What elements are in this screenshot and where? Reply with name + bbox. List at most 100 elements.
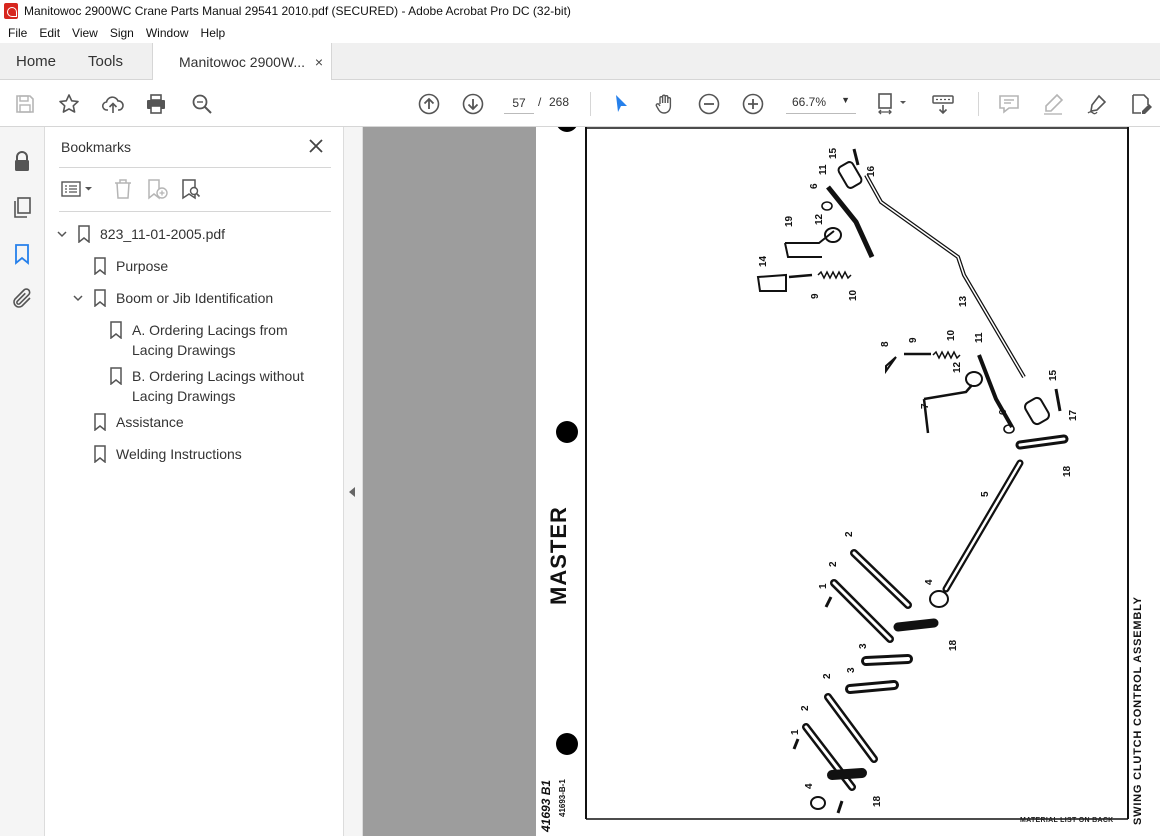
minus-circle-icon: [698, 93, 720, 115]
edit-document-icon: [1132, 94, 1152, 114]
callout-7: 7: [920, 403, 931, 409]
zoom-level-dropdown[interactable]: 66.7% ▼: [786, 92, 856, 114]
part-bracket-14: [756, 273, 787, 292]
bookmark-icon: [109, 366, 123, 386]
upload-cloud-button[interactable]: [100, 91, 126, 117]
page-total: 268: [549, 95, 570, 109]
lock-icon: [15, 151, 29, 171]
collapse-panel-arrow-icon[interactable]: [349, 487, 355, 497]
hand-icon: [655, 94, 672, 114]
arrow-down-circle-icon: [462, 93, 484, 115]
callout-18: 18: [948, 639, 959, 651]
drawing-number: 41693 B1: [539, 779, 553, 832]
tab-close-icon[interactable]: ×: [315, 54, 323, 70]
panel-splitter[interactable]: [344, 127, 363, 836]
menu-view[interactable]: View: [66, 26, 104, 40]
chevron-down-icon[interactable]: [71, 288, 85, 308]
drawing-reference: 41693-B-1: [558, 779, 567, 817]
bookmark-item-root[interactable]: 823_11-01-2005.pdf: [55, 224, 225, 244]
save-button[interactable]: [12, 91, 38, 117]
highlight-button[interactable]: [1040, 91, 1066, 117]
page-fit-button[interactable]: [876, 91, 912, 117]
edit-pdf-button[interactable]: [1128, 91, 1154, 117]
pointer-arrow-icon: [616, 95, 627, 112]
bookmark-item-purpose[interactable]: Purpose: [93, 256, 168, 276]
save-icon: [16, 95, 34, 113]
tab-document[interactable]: Manitowoc 2900W... ×: [152, 43, 332, 81]
part-spring-10: [817, 270, 852, 280]
bookmark-icon: [93, 288, 107, 308]
title-bar: Manitowoc 2900WC Crane Parts Manual 2954…: [0, 0, 1160, 22]
navigation-rail: [0, 127, 45, 836]
bookmark-options-button[interactable]: [61, 177, 97, 201]
new-bookmark-button[interactable]: [145, 177, 169, 201]
bookmark-label: Purpose: [116, 258, 169, 274]
fit-page-icon: [878, 93, 906, 115]
zoom-out-button[interactable]: [696, 91, 722, 117]
tab-home[interactable]: Home: [16, 43, 56, 80]
part-link-18: [893, 618, 939, 632]
callout-6: 6: [998, 409, 1009, 415]
binder-hole: [556, 421, 578, 443]
bookmark-search-button[interactable]: [179, 177, 203, 201]
comment-button[interactable]: [996, 91, 1022, 117]
binder-hole: [556, 733, 578, 755]
tab-tools[interactable]: Tools: [88, 43, 123, 80]
bookmark-icon: [93, 256, 107, 276]
close-icon: [309, 139, 323, 153]
callout-1: 1: [790, 729, 801, 735]
panel-divider: [59, 211, 331, 212]
bookmarks-panel-title: Bookmarks: [61, 139, 132, 155]
callout-13: 13: [958, 295, 969, 307]
part-bolt-9: [788, 273, 813, 279]
chevron-down-icon[interactable]: [55, 224, 69, 244]
security-panel-button[interactable]: [10, 149, 34, 173]
bookmarks-panel-button[interactable]: [10, 242, 34, 266]
comment-icon: [999, 95, 1019, 114]
callout-18: 18: [1062, 465, 1073, 477]
next-page-button[interactable]: [460, 91, 486, 117]
select-tool-button[interactable]: [608, 91, 634, 117]
part-pin-16: [852, 148, 860, 166]
part-rod-5-highlight: [944, 461, 1022, 591]
previous-page-button[interactable]: [416, 91, 442, 117]
part-clevis-15: [1024, 396, 1050, 426]
part-washer-6: [1003, 424, 1015, 434]
hand-tool-button[interactable]: [652, 91, 678, 117]
bookmark-item-assistance[interactable]: Assistance: [93, 412, 184, 432]
page-number-input[interactable]: [504, 92, 534, 114]
find-button[interactable]: [189, 91, 215, 117]
attachments-panel-button[interactable]: [10, 287, 34, 311]
callout-17: 17: [1068, 409, 1079, 421]
menu-edit[interactable]: Edit: [33, 26, 66, 40]
zoom-in-button[interactable]: [740, 91, 766, 117]
window-title: Manitowoc 2900WC Crane Parts Manual 2954…: [24, 4, 571, 18]
page-thumbnails-button[interactable]: [10, 195, 34, 219]
bookmark-item-welding[interactable]: Welding Instructions: [93, 444, 242, 464]
bookmark-item-ordering-without[interactable]: B. Ordering Lacings without Lacing Drawi…: [109, 366, 329, 406]
menu-sign[interactable]: Sign: [104, 26, 140, 40]
parts-diagram: 15 16 11 6 12 19 14 9 10 13 8 9 10 11 12…: [556, 127, 1129, 820]
menu-help[interactable]: Help: [195, 26, 232, 40]
scroll-mode-button[interactable]: [930, 91, 956, 117]
close-panel-button[interactable]: [307, 137, 325, 155]
drawing-title: SWING CLUTCH CONTROL ASSEMBLY: [1132, 596, 1144, 825]
bookmarks-panel: Bookmarks 823_11-01-2005.pdf Purpose Boo…: [45, 127, 344, 836]
paperclip-icon: [13, 288, 31, 308]
document-view[interactable]: 15 16 11 6 12 19 14 9 10 13 8 9 10 11 12…: [363, 127, 1160, 836]
print-button[interactable]: [143, 91, 169, 117]
menu-file[interactable]: File: [2, 26, 33, 40]
delete-bookmark-button[interactable]: [111, 177, 135, 201]
material-list-note: MATERIAL LIST ON BACK: [1020, 817, 1114, 824]
callout-11: 11: [818, 164, 829, 175]
sign-button[interactable]: [1084, 91, 1110, 117]
page-separator: /: [538, 95, 542, 109]
bookmark-star-button[interactable]: [56, 91, 82, 117]
callout-15: 15: [828, 147, 839, 159]
callout-6: 6: [809, 183, 820, 189]
bookmark-item-boom-jib[interactable]: Boom or Jib Identification: [71, 288, 273, 308]
menu-window[interactable]: Window: [140, 26, 195, 40]
bookmark-item-ordering-from[interactable]: A. Ordering Lacings from Lacing Drawings: [109, 320, 329, 360]
part-pin-1: [792, 738, 800, 750]
callout-2: 2: [822, 673, 833, 679]
